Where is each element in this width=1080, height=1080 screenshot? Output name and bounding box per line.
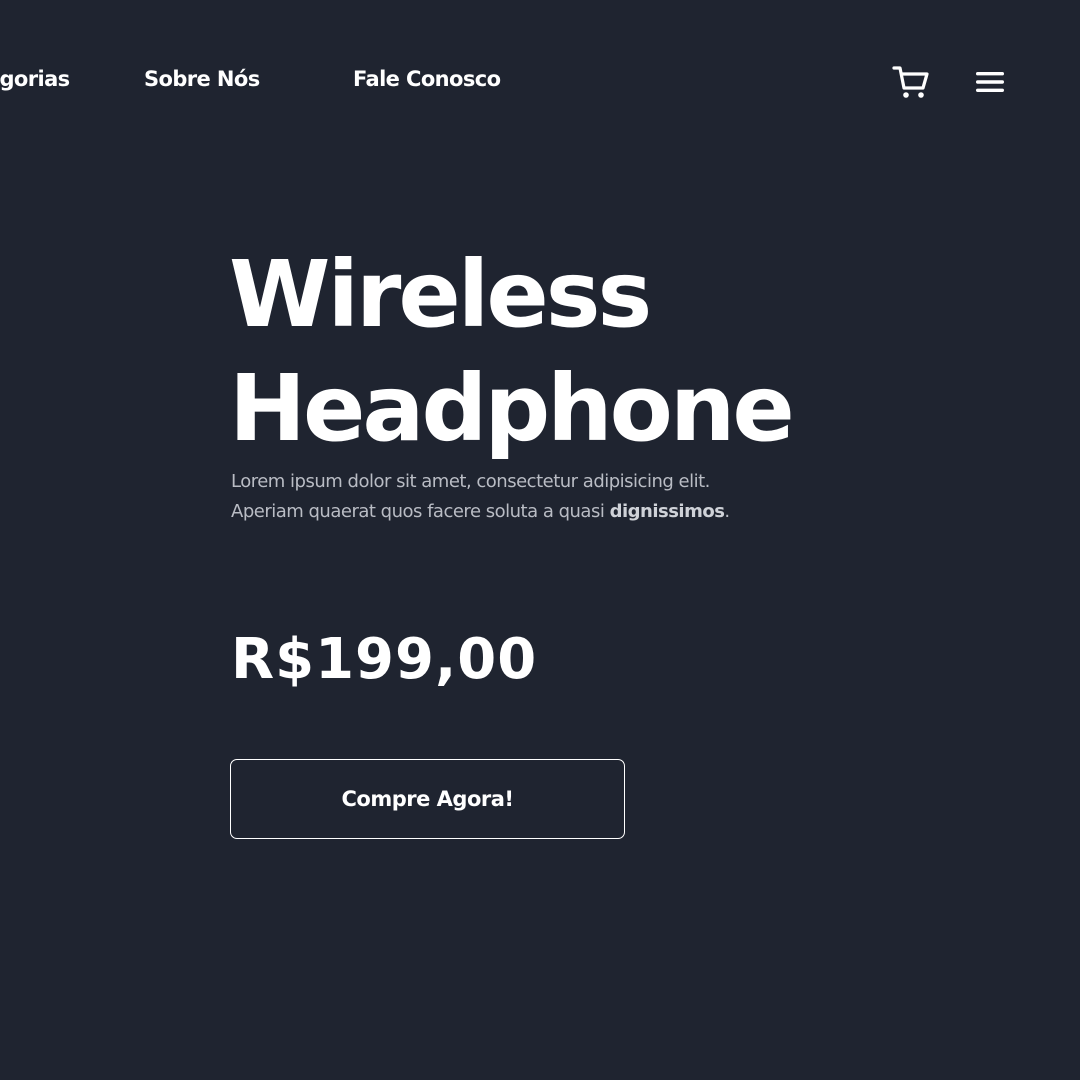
- cart-button[interactable]: [891, 62, 931, 102]
- hero-description-end: .: [724, 501, 730, 522]
- hero-title-line-1: Wireless: [229, 241, 652, 348]
- nav-link-contact[interactable]: Fale Conosco: [353, 67, 501, 91]
- top-navigation: Categorias Sobre Nós Fale Conosco: [0, 62, 1080, 102]
- hero-description: Lorem ipsum dolor sit amet, consectetur …: [231, 467, 871, 527]
- hero-description-bold: dignissimos: [609, 501, 725, 522]
- nav-link-about-us[interactable]: Sobre Nós: [144, 67, 260, 91]
- nav-link-categories[interactable]: Categorias: [0, 67, 70, 91]
- product-price: R$199,00: [231, 627, 538, 692]
- hero-description-line-1: Lorem ipsum dolor sit amet, consectetur …: [231, 471, 710, 492]
- hero-title: Wireless Headphone: [229, 238, 795, 466]
- hamburger-menu-icon: [976, 72, 1004, 92]
- buy-now-button[interactable]: Compre Agora!: [230, 759, 625, 839]
- menu-button[interactable]: [970, 62, 1010, 102]
- hero-title-line-2: Headphone: [229, 355, 795, 462]
- hero-description-line-2: Aperiam quaerat quos facere soluta a qua…: [231, 501, 610, 522]
- landing-page: Categorias Sobre Nós Fale Conosco Wirele…: [0, 0, 1080, 1080]
- cart-icon: [892, 66, 929, 98]
